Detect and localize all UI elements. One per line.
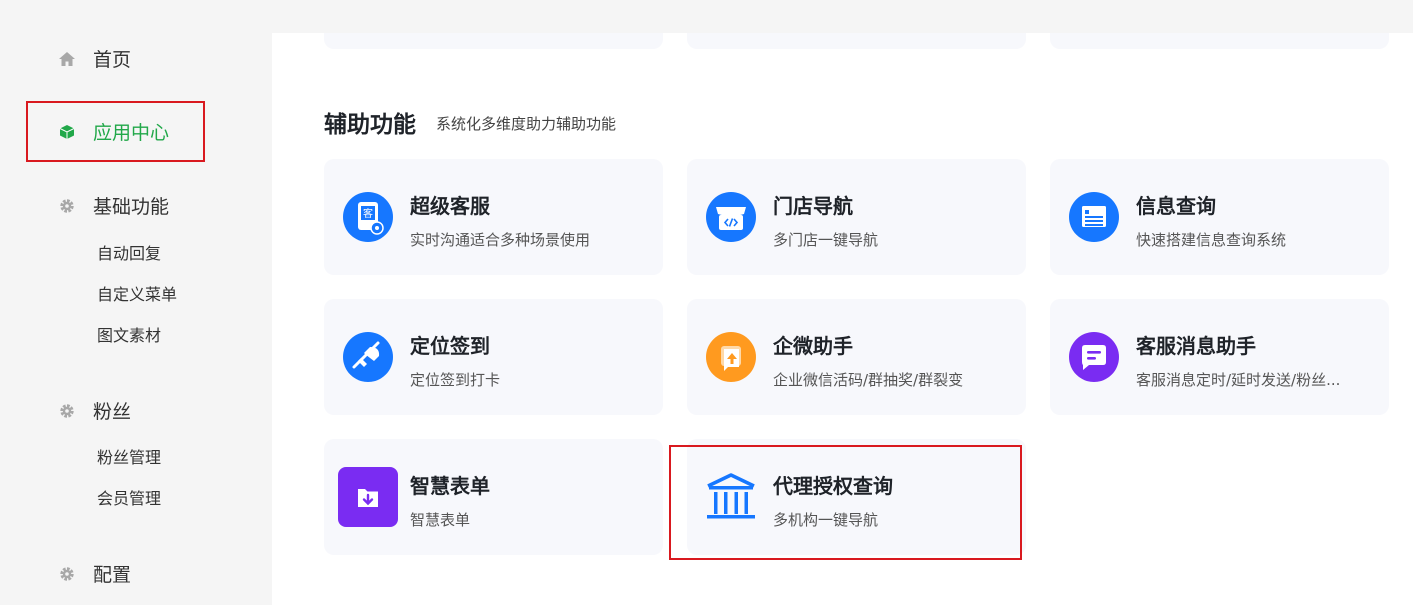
app-card-super-service[interactable]: 客 超级客服 实时沟通适合多种场景使用 [324,159,663,275]
app-card-store-nav[interactable]: 门店导航 多门店一键导航 [687,159,1026,275]
card-subtitle: 企业微信活码/群抽奖/群裂变 [773,371,964,389]
sidebar-subitem-media[interactable]: 图文素材 [97,322,161,346]
sidebar-subitem-member-manage[interactable]: 会员管理 [97,485,161,509]
card-subtitle: 多门店一键导航 [773,231,879,249]
sidebar-item-label: 基础功能 [93,196,170,218]
app-card-smart-form[interactable]: 智慧表单 智慧表单 [324,439,663,555]
sidebar-item-basic[interactable]: 基础功能 [58,192,169,219]
sidebar-item-fans[interactable]: 粉丝 [58,397,131,424]
card-title: 智慧表单 [410,474,490,498]
app-card-checkin[interactable]: 定位签到 定位签到打卡 [324,299,663,415]
card-subtitle: 快速搭建信息查询系统 [1136,231,1287,249]
download-folder-icon [338,467,398,527]
card-stub [324,33,663,49]
sidebar-item-label: 粉丝 [93,401,132,423]
card-title: 超级客服 [410,194,490,218]
sidebar-item-label: 首页 [93,49,132,71]
sidebar-item-app-center[interactable]: 应用中心 [58,118,169,145]
svg-text:客: 客 [363,207,373,220]
card-title: 客服消息助手 [1136,334,1256,358]
cube-icon [58,123,76,141]
home-icon [58,50,76,68]
app-card-info-query[interactable]: 信息查询 快速搭建信息查询系统 [1050,159,1389,275]
upload-icon [701,327,761,387]
gear-icon [58,402,76,420]
location-checkin-icon [338,327,398,387]
info-doc-icon [1064,187,1124,247]
store-icon [701,187,761,247]
sidebar: 首页 应用中心 基础功能 自动回复 自定义菜单 图文素材 粉丝 粉丝管理 会员管… [0,0,272,605]
card-title: 企微助手 [773,334,853,358]
sidebar-subitem-custom-menu[interactable]: 自定义菜单 [97,281,177,305]
sidebar-item-config[interactable]: 配置 [58,560,131,587]
gear-icon [58,197,76,215]
app-card-service-msg[interactable]: 客服消息助手 客服消息定时/延时发送/粉丝... [1050,299,1389,415]
card-stub [687,33,1026,49]
section-description: 系统化多维度助力辅助功能 [436,115,617,133]
card-stub [1050,33,1389,49]
main-content: 辅助功能 系统化多维度助力辅助功能 客 超级客服 实时沟通适合多种场景使用 门店… [272,33,1413,605]
card-subtitle: 实时沟通适合多种场景使用 [410,231,591,249]
card-subtitle: 定位签到打卡 [410,371,501,389]
gear-icon [58,565,76,583]
customer-service-icon: 客 [338,187,398,247]
card-title: 门店导航 [773,194,853,218]
sidebar-subitem-auto-reply[interactable]: 自动回复 [97,240,161,264]
section-title: 辅助功能 [324,112,416,138]
message-icon [1064,327,1124,387]
card-subtitle: 客服消息定时/延时发送/粉丝... [1136,371,1341,389]
sidebar-item-label: 应用中心 [93,122,170,144]
highlight-frame [669,445,1022,560]
card-title: 定位签到 [410,334,490,358]
sidebar-item-label: 配置 [93,564,132,586]
card-title: 信息查询 [1136,194,1216,218]
app-card-wecom-assistant[interactable]: 企微助手 企业微信活码/群抽奖/群裂变 [687,299,1026,415]
sidebar-subitem-fans-manage[interactable]: 粉丝管理 [97,444,161,468]
card-subtitle: 智慧表单 [410,511,471,529]
sidebar-item-home[interactable]: 首页 [58,45,131,72]
